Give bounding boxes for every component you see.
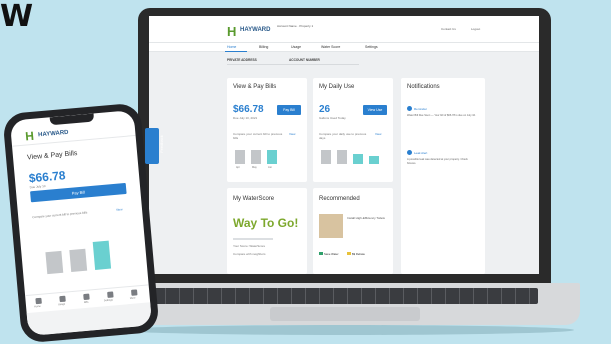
card-title: Notifications [407,84,440,90]
use-bar [353,154,363,164]
phone-compare-link[interactable]: View [116,207,123,212]
bill-amount: $66.78 [233,104,264,115]
hayward-logo-icon: H [227,24,237,39]
use-bar [337,150,347,164]
account-info[interactable]: Account Name · Property 1 [277,24,317,28]
home-icon[interactable] [35,297,42,305]
bill-bar-may [251,150,261,164]
notification-text: A possible leak was detected at your pro… [407,158,468,165]
card-title: Recommended [319,196,360,202]
laptop-trackpad [270,307,420,321]
save-water-badge: Save Water [319,252,339,256]
nav-water-score[interactable]: Water Score [321,45,340,49]
usage-icon[interactable] [59,295,66,303]
score-line: Your Score: WaterScore [233,244,266,248]
bar-label: May [252,166,257,169]
phone: H HAYWARD View & Pay Bills $66.78 Due Ju… [2,102,160,344]
daily-use-unit: Gallons Used Today [319,116,346,120]
phone-screen: H HAYWARD View & Pay Bills $66.78 Due Ju… [9,110,153,336]
use-bar [321,150,331,164]
bar-label: Apr [236,166,240,169]
phone-bill-bar [69,248,88,273]
card-title: View & Pay Bills [233,84,277,90]
app-header: H HAYWARD Account Name · Property 1 Cont… [149,16,539,42]
card-title: My Daily Use [319,84,355,90]
compare-link[interactable]: View [289,132,295,136]
badge-icon [319,252,323,255]
nav-label: More [129,296,136,301]
water-score-card: My WaterScore Way To Go! Your Score: Wat… [227,188,307,274]
feedback-tab[interactable]: Feedback [145,128,164,164]
notification-title[interactable]: Leak Alert [414,151,427,155]
account-number-label: ACCOUNT NUMBER [289,58,320,62]
nav-home[interactable]: Home [227,45,236,49]
badge-text: Save Water [324,252,339,256]
brand-name: HAYWARD [37,129,69,139]
daily-use-card: My Daily Use 26 Gallons Used Today View … [313,78,393,182]
due-date: Due July 10, 2021 [233,116,258,120]
notification-title[interactable]: Reminder [414,107,427,111]
nav-active-indicator [225,51,247,52]
bar-label: Jun [268,166,273,169]
settings-icon[interactable] [107,291,114,298]
bill-bar-apr [235,150,245,164]
recommendation-title[interactable]: Install High-Efficiency Toilets [347,216,387,220]
rebate-badge: $$ Rebate [347,252,365,256]
view-pay-bills-card: View & Pay Bills $66.78 Due July 10, 202… [227,78,307,182]
water-score-value: Way To Go! [233,216,299,230]
phone-bill-bar [92,240,112,270]
laptop-shadow [118,325,574,335]
divider [227,64,359,65]
badge-icon [347,252,351,255]
brand-name: HAYWARD [240,27,271,33]
nav-label: Bills [83,300,89,305]
main-nav: Home Billing Usage Water Score Settings [149,42,539,52]
hayward-logo-icon: H [24,128,35,144]
alert-icon [407,150,412,155]
laptop-screen: H HAYWARD Account Name · Property 1 Cont… [149,16,539,274]
divider [233,238,273,240]
nav-billing[interactable]: Billing [259,45,268,49]
compare-text: Compare your daily use to previous days [319,132,367,140]
feedback-label: Feedback [159,135,164,153]
laptop-keyboard [152,288,538,304]
phone-due-date: Due July 10 [29,183,46,190]
private-address-label: PRIVATE ADDRESS [227,58,257,62]
compare-link[interactable]: View [375,132,381,136]
more-icon[interactable] [131,289,138,296]
nav-settings[interactable]: Settings [365,45,378,49]
view-use-button[interactable]: View Use [363,105,387,115]
notification-text: Water Bill Due Soon — Your bill of $66.7… [407,114,476,117]
toilet-image[interactable] [319,214,343,238]
nav-label: Usage [57,302,66,307]
contact-link[interactable]: Contact Us [441,27,456,31]
bill-bar-jun [267,150,277,164]
phone-title: View & Pay Bills [26,150,78,162]
score-line[interactable]: Compare with neighbors [233,252,266,256]
use-bar [369,156,379,164]
card-title: My WaterScore [233,196,275,202]
phone-bill-amount: $66.78 [28,168,67,186]
nav-label: Settings [103,298,114,303]
phone-bill-bar [45,250,64,275]
reminder-icon [407,106,412,111]
recommended-card: Recommended Install High-Efficiency Toil… [313,188,393,274]
logout-link[interactable]: Logout [471,27,480,31]
daily-use-amount: 26 [319,104,331,115]
phone-compare-text: Compare your current bill to previous bi… [32,210,88,220]
badge-text: $$ Rebate [352,252,365,256]
nav-usage[interactable]: Usage [291,45,301,49]
phone-header: H HAYWARD [10,117,136,147]
nav-label: Home [34,304,41,309]
notifications-card: Notifications Reminder Water Bill Due So… [401,78,485,274]
pay-bill-button[interactable]: Pay Bill [277,105,301,115]
bills-icon[interactable] [83,293,90,301]
compare-text: Compare your current bill to previous bi… [233,132,283,140]
corner-letter: W [0,0,34,34]
